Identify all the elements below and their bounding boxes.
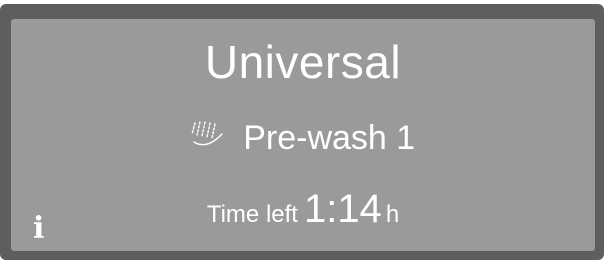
pre-wash-spray-icon [191, 120, 225, 150]
stage-label: Pre-wash 1 [243, 119, 416, 157]
info-button[interactable]: i [33, 214, 53, 244]
stage-row: Pre-wash 1 [11, 121, 595, 155]
info-icon: i [33, 211, 45, 246]
time-left-label: Time left [206, 201, 298, 228]
time-left-value: 1:14 [303, 187, 382, 231]
time-left-unit: h [385, 201, 400, 228]
display-screen: Universal Pre-wash 1 Time left 1:14 h i [11, 19, 595, 251]
appliance-display-panel: Universal Pre-wash 1 Time left 1:14 h i [0, 0, 604, 260]
program-name: Universal [204, 36, 402, 88]
time-left-row: Time left 1:14 h [11, 189, 595, 229]
